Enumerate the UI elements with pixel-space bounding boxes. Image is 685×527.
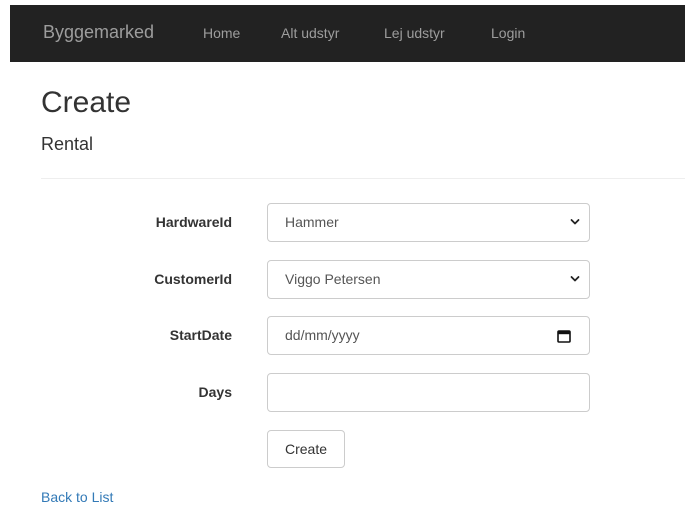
nav-link-home[interactable]: Home [203, 25, 240, 42]
back-to-list-link[interactable]: Back to List [41, 489, 113, 506]
days-label: Days [198, 384, 232, 400]
customer-id-select[interactable]: Viggo Petersen [267, 260, 590, 299]
hardware-id-select[interactable]: Hammer [267, 203, 590, 242]
nav-link-alt-udstyr[interactable]: Alt udstyr [281, 25, 339, 42]
start-date-label: StartDate [169, 327, 232, 343]
brand-link[interactable]: Byggemarked [43, 21, 154, 43]
navbar: Byggemarked Home Alt udstyr Lej udstyr L… [10, 5, 685, 62]
days-input[interactable] [267, 373, 590, 412]
page-title: Create [41, 86, 132, 119]
hardware-id-label: HardwareId [155, 214, 232, 230]
customer-id-value: Viggo Petersen [285, 271, 381, 287]
start-date-placeholder: dd/mm/yyyy [285, 327, 360, 343]
nav-link-lej-udstyr[interactable]: Lej udstyr [384, 25, 445, 42]
calendar-icon[interactable] [556, 328, 572, 344]
divider [41, 178, 685, 179]
start-date-input[interactable]: dd/mm/yyyy [267, 316, 590, 355]
chevron-down-icon [570, 276, 580, 282]
chevron-down-icon [570, 219, 580, 225]
customer-id-label: CustomerId [154, 271, 232, 287]
create-button[interactable]: Create [267, 430, 345, 468]
page-subtitle: Rental [41, 134, 94, 154]
hardware-id-value: Hammer [285, 214, 339, 230]
nav-link-login[interactable]: Login [491, 25, 525, 42]
